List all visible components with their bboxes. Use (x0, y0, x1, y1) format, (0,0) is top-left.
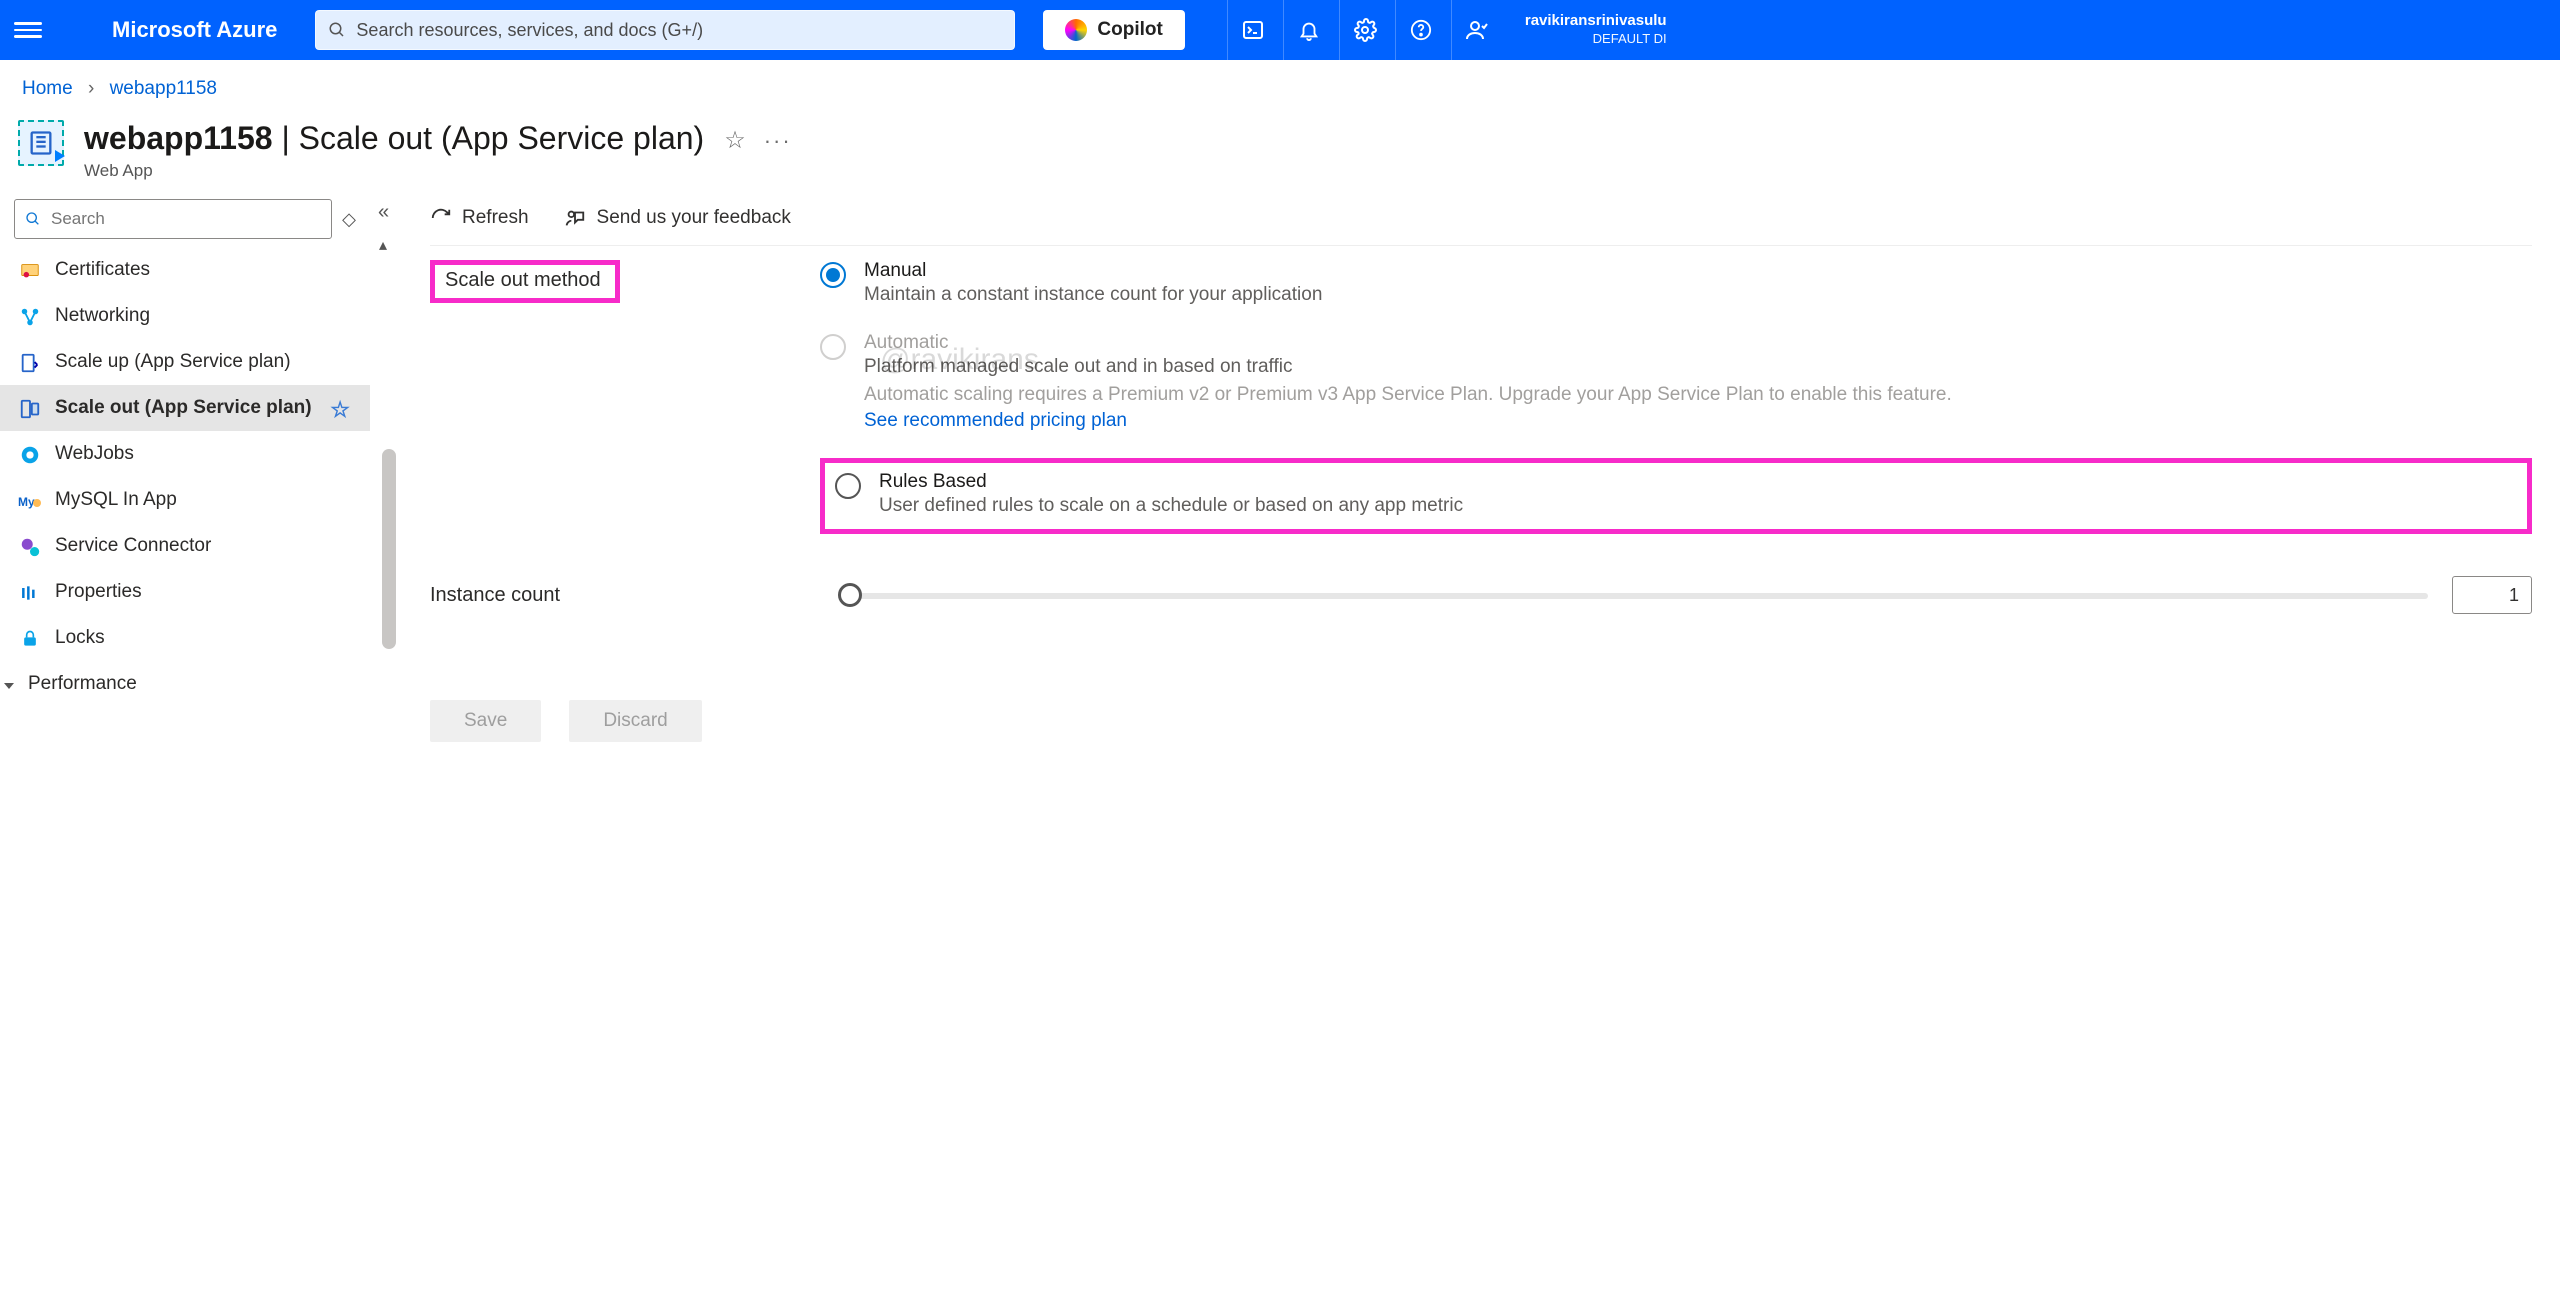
slider-thumb[interactable] (838, 583, 862, 607)
main-content: @ravikirans Refresh Send us your feedbac… (410, 189, 2560, 889)
sidebar-item-mysql[interactable]: My MySQL In App (0, 477, 370, 523)
collapse-sidebar-icon[interactable]: « (378, 201, 389, 224)
certificate-icon (18, 259, 42, 283)
more-actions-icon[interactable]: ··· (764, 128, 792, 154)
search-icon (328, 21, 346, 39)
resource-type-label: Web App (84, 161, 704, 181)
sidebar-group-performance[interactable]: Performance (0, 661, 370, 707)
page-title: webapp1158 | Scale out (App Service plan… (84, 120, 704, 157)
service-connector-icon (18, 535, 42, 559)
feedback-icon (563, 207, 587, 229)
sidebar-item-webjobs[interactable]: WebJobs (0, 431, 370, 477)
refresh-button[interactable]: Refresh (430, 207, 529, 229)
scale-option-manual[interactable]: Manual Maintain a constant instance coun… (820, 260, 2532, 306)
scale-method-label: Scale out method (430, 260, 620, 303)
cloud-shell-icon[interactable] (1227, 0, 1279, 60)
scale-up-icon (18, 351, 42, 375)
mysql-icon: My (18, 489, 42, 513)
copilot-button[interactable]: Copilot (1043, 10, 1184, 50)
account-tenant: DEFAULT DI (1525, 30, 1667, 48)
hamburger-menu-icon[interactable] (14, 16, 42, 44)
favorite-indicator-icon[interactable]: ☆ (330, 397, 350, 423)
instance-count-label: Instance count (430, 584, 810, 607)
sidebar-item-scale-out[interactable]: Scale out (App Service plan) ☆ (0, 385, 370, 431)
networking-icon (18, 305, 42, 329)
breadcrumb-current[interactable]: webapp1158 (110, 78, 217, 99)
copilot-icon (1065, 19, 1087, 41)
refresh-icon (430, 207, 452, 229)
footer-buttons: Save Discard (430, 686, 2532, 768)
properties-icon (18, 581, 42, 605)
radio-manual[interactable] (820, 262, 846, 288)
svg-text:My: My (18, 495, 35, 509)
resource-sidebar: ◇ Certificates Networking Scale up (App … (0, 189, 370, 889)
notifications-icon[interactable] (1283, 0, 1335, 60)
discard-button[interactable]: Discard (569, 700, 701, 742)
scale-option-rules[interactable]: Rules Based User defined rules to scale … (820, 458, 2532, 534)
help-icon[interactable] (1395, 0, 1447, 60)
chevron-right-icon: › (88, 78, 94, 99)
sidebar-gutter: « ▴ (370, 189, 410, 889)
sidebar-search[interactable] (14, 199, 332, 239)
copilot-label: Copilot (1097, 19, 1162, 41)
favorite-star-icon[interactable]: ☆ (724, 126, 746, 155)
breadcrumb: Home › webapp1158 (0, 60, 2560, 106)
brand-title[interactable]: Microsoft Azure (56, 17, 301, 43)
pricing-plan-link[interactable]: See recommended pricing plan (864, 410, 1127, 432)
global-search[interactable] (315, 10, 1015, 50)
sidebar-item-certificates[interactable]: Certificates (0, 247, 370, 293)
scale-out-icon (18, 397, 42, 421)
lock-icon (18, 627, 42, 651)
sidebar-item-networking[interactable]: Networking (0, 293, 370, 339)
sidebar-scrollbar[interactable] (382, 449, 396, 649)
sidebar-search-input[interactable] (49, 208, 321, 230)
radio-automatic (820, 334, 846, 360)
sort-icon[interactable]: ◇ (342, 209, 356, 230)
command-bar: Refresh Send us your feedback (430, 201, 2532, 246)
instance-count-slider[interactable] (834, 582, 2428, 608)
save-button[interactable]: Save (430, 700, 541, 742)
sidebar-menu: Certificates Networking Scale up (App Se… (0, 247, 370, 707)
sidebar-item-scale-up[interactable]: Scale up (App Service plan) (0, 339, 370, 385)
sidebar-item-locks[interactable]: Locks (0, 615, 370, 661)
scale-option-automatic: Automatic Platform managed scale out and… (820, 332, 2532, 432)
header-icon-bar (1227, 0, 1503, 60)
azure-header: Microsoft Azure Copilot ravikiransriniva… (0, 0, 2560, 60)
radio-rules[interactable] (835, 473, 861, 499)
webapp-resource-icon (18, 120, 64, 166)
webjobs-icon (18, 443, 42, 467)
search-icon (25, 211, 41, 227)
scroll-up-icon[interactable]: ▴ (379, 235, 387, 255)
sidebar-item-service-connector[interactable]: Service Connector (0, 523, 370, 569)
settings-gear-icon[interactable] (1339, 0, 1391, 60)
instance-count-input[interactable]: 1 (2452, 576, 2532, 614)
global-search-input[interactable] (316, 11, 1014, 49)
sidebar-item-properties[interactable]: Properties (0, 569, 370, 615)
send-feedback-button[interactable]: Send us your feedback (563, 207, 791, 229)
account-name: ravikiransrinivasulu (1525, 12, 1667, 30)
page-title-row: webapp1158 | Scale out (App Service plan… (0, 106, 2560, 189)
breadcrumb-home[interactable]: Home (22, 78, 73, 99)
feedback-person-icon[interactable] (1451, 0, 1503, 60)
account-info[interactable]: ravikiransrinivasulu DEFAULT DI (1525, 12, 1671, 48)
